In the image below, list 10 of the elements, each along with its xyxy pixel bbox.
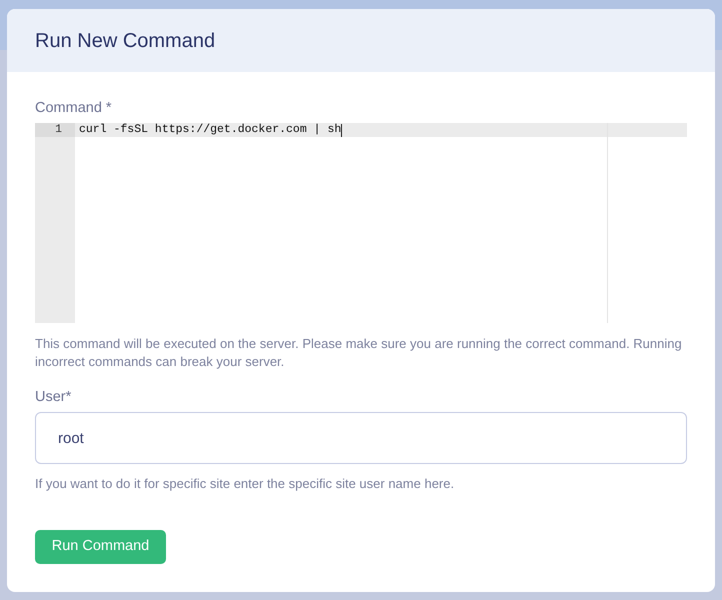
dialog-title: Run New Command	[35, 28, 216, 52]
help-text: If you want to do it for specific site enter the specific site user name here.	[35, 475, 456, 493]
field-label: Command *	[35, 100, 113, 117]
code-text: curl -fsSL https://get.docker.com | sh	[79, 123, 342, 137]
code-editor[interactable]: 1 curl -fsSL https://get.docker.com | sh	[35, 123, 687, 323]
line-number: 1	[35, 123, 75, 137]
user-input[interactable]: root	[35, 412, 687, 464]
help-text: This command will be executed on the server. Please make sure you are running the correct command. Running incorrect commands can break your server.	[35, 335, 683, 371]
text-cursor-icon	[341, 124, 342, 136]
field-label: User*	[35, 389, 72, 406]
